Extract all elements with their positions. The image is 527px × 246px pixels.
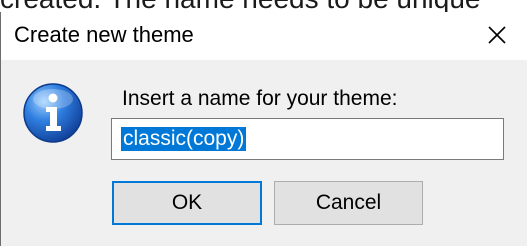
close-icon (488, 26, 506, 44)
theme-name-value: classic(copy) (121, 127, 247, 151)
dialog-body: Insert a name for your theme: classic(co… (1, 60, 527, 246)
info-icon (23, 83, 83, 143)
cancel-button[interactable]: Cancel (274, 181, 423, 225)
close-button[interactable] (477, 18, 517, 52)
title-bar: Create new theme (1, 12, 527, 60)
theme-name-input[interactable]: classic(copy) (111, 118, 504, 160)
background-caption: created. The name needs to be unique (0, 0, 527, 12)
name-prompt: Insert a name for your theme: (122, 87, 398, 110)
ok-button[interactable]: OK (112, 181, 262, 225)
create-theme-dialog: Create new theme Insert a name for your … (0, 12, 527, 246)
dialog-title: Create new theme (14, 22, 194, 47)
